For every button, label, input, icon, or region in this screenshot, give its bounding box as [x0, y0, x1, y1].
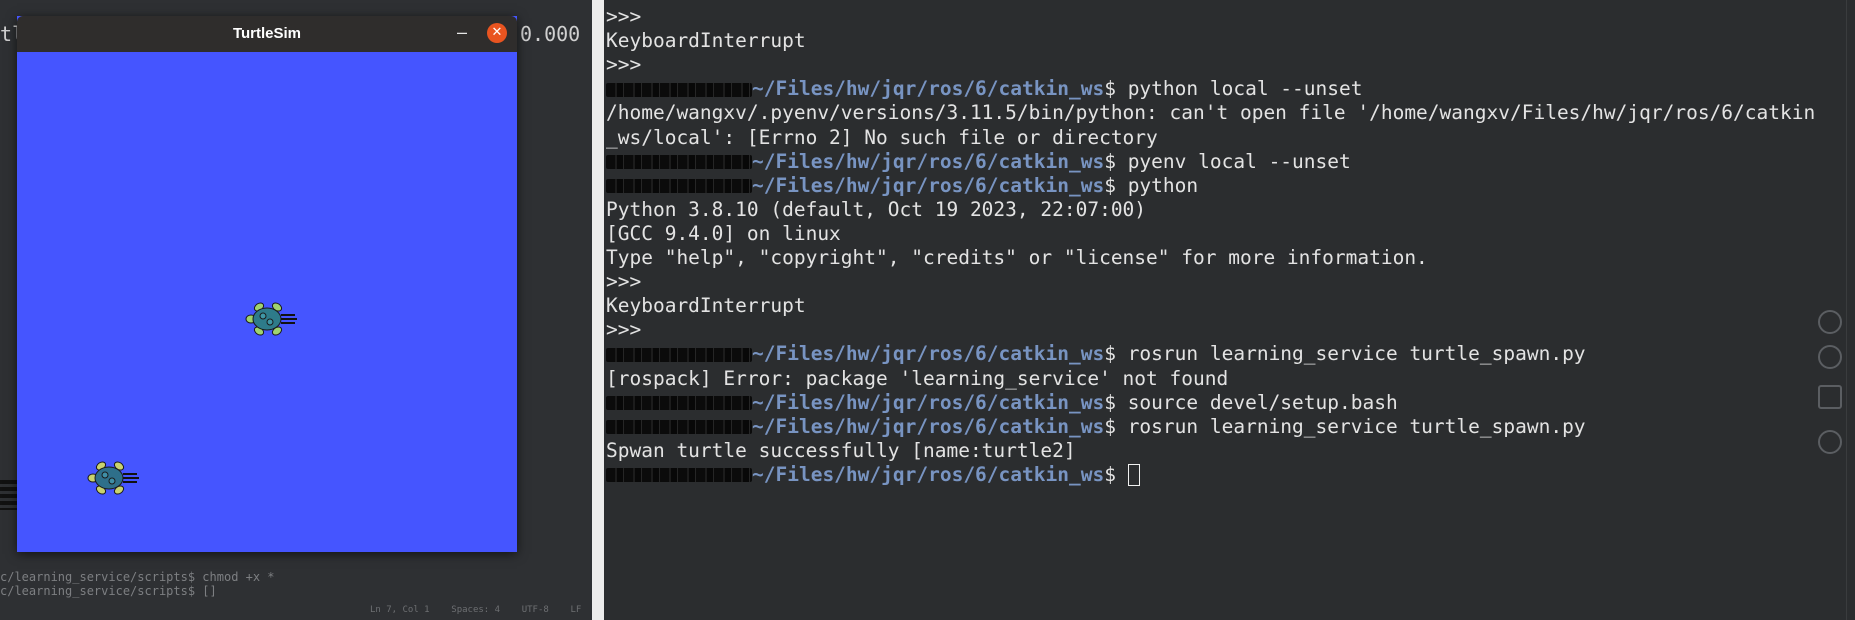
terminal-output-line: _ws/local': [Errno 2] No such file or di…	[606, 125, 1158, 149]
prompt-suffix: $	[1104, 342, 1128, 366]
terminal-command: python	[1127, 173, 1199, 197]
close-button[interactable]: ✕	[487, 23, 507, 43]
prompt-suffix: $	[1104, 414, 1128, 438]
turtlesim-window[interactable]: TurtleSim – ✕	[17, 16, 517, 552]
terminal-prompt-line: ~/Files/hw/jqr/ros/6/catkin_ws$	[606, 463, 1140, 487]
prompt-suffix: $	[1104, 77, 1128, 101]
terminal-command: python local --unset	[1127, 77, 1363, 101]
prompt-suffix: $	[1104, 390, 1128, 414]
minimize-button[interactable]: –	[457, 22, 467, 43]
value-readout: 0.000	[520, 22, 581, 46]
background-terminal-line: c/learning_service/scripts$ []	[0, 584, 217, 598]
terminal-output-line: KeyboardInterrupt	[606, 29, 806, 53]
redacted-user-host	[606, 179, 752, 194]
prompt-path: ~/Files/hw/jqr/ros/6/catkin_ws	[752, 173, 1105, 197]
window-title: TurtleSim	[232, 25, 302, 42]
terminal-output-line: /home/wangxv/.pyenv/versions/3.11.5/bin/…	[606, 101, 1816, 125]
turtle-icon	[245, 302, 297, 336]
terminal-command: source devel/setup.bash	[1127, 390, 1398, 414]
redacted-user-host	[606, 420, 752, 435]
terminal-output-line: >>>	[606, 5, 642, 28]
prompt-path: ~/Files/hw/jqr/ros/6/catkin_ws	[752, 77, 1105, 101]
grid-icon	[1818, 385, 1842, 409]
prompt-suffix: $	[1104, 149, 1128, 173]
prompt-path: ~/Files/hw/jqr/ros/6/catkin_ws	[752, 342, 1105, 366]
terminal-output-line: Type "help", "copyright", "credits" or "…	[606, 246, 1428, 269]
turtle-icon	[87, 461, 139, 495]
pane-divider[interactable]	[592, 0, 604, 620]
terminal-output-line: Spwan turtle successfully [name:turtle2]	[606, 438, 1076, 462]
terminal-command: rosrun learning_service turtle_spawn.py	[1127, 414, 1586, 438]
redacted-user-host	[606, 347, 752, 362]
terminal-command: pyenv local --unset	[1127, 149, 1351, 173]
prompt-path: ~/Files/hw/jqr/ros/6/catkin_ws	[752, 414, 1105, 438]
avatar-icon	[1818, 310, 1842, 334]
terminal-output-line: KeyboardInterrupt	[606, 294, 806, 318]
terminal-prompt-line: ~/Files/hw/jqr/ros/6/catkin_ws$ source d…	[606, 391, 1398, 415]
terminal-output-line: [rospack] Error: package 'learning_servi…	[606, 366, 1229, 390]
redacted-user-host	[606, 82, 752, 97]
turtlesim-canvas	[17, 52, 517, 552]
terminal-cursor[interactable]	[1127, 464, 1140, 487]
prompt-suffix: $	[1104, 462, 1128, 486]
prompt-path: ~/Files/hw/jqr/ros/6/catkin_ws	[752, 149, 1105, 173]
terminal-prompt-line: ~/Files/hw/jqr/ros/6/catkin_ws$ pyenv lo…	[606, 150, 1351, 174]
terminal-output-line: Python 3.8.10 (default, Oct 19 2023, 22:…	[606, 197, 1147, 221]
terminal-command: rosrun learning_service turtle_spawn.py	[1127, 342, 1586, 366]
terminal-prompt-line: ~/Files/hw/jqr/ros/6/catkin_ws$ python	[606, 174, 1198, 198]
terminal-output-line: >>>	[606, 318, 642, 342]
background-terminal-line: c/learning_service/scripts$ chmod +x *	[0, 570, 275, 584]
terminal-prompt-line: ~/Files/hw/jqr/ros/6/catkin_ws$ rosrun l…	[606, 415, 1586, 439]
prompt-path: ~/Files/hw/jqr/ros/6/catkin_ws	[752, 462, 1105, 486]
avatar-icon	[1818, 345, 1842, 369]
terminal-prompt-line: ~/Files/hw/jqr/ros/6/catkin_ws$ rosrun l…	[606, 342, 1586, 366]
terminal-output-line: >>>	[606, 270, 642, 294]
terminal-prompt-line: ~/Files/hw/jqr/ros/6/catkin_ws$ python l…	[606, 77, 1363, 101]
redacted-user-host	[606, 468, 752, 483]
prompt-suffix: $	[1104, 173, 1128, 197]
prompt-path: ~/Files/hw/jqr/ros/6/catkin_ws	[752, 390, 1105, 414]
terminal-pane[interactable]: >>> KeyboardInterrupt >>> ~/Files/hw/jqr/ro…	[604, 0, 1855, 620]
terminal-output-line: [GCC 9.4.0] on linux	[606, 221, 841, 245]
redacted-user-host	[606, 155, 752, 170]
window-titlebar[interactable]: TurtleSim – ✕	[17, 16, 517, 52]
terminal-scrollbar[interactable]	[1846, 0, 1855, 620]
redacted-user-host	[606, 396, 752, 411]
terminal-output-line: >>>	[606, 53, 642, 77]
headset-icon	[1818, 430, 1842, 454]
